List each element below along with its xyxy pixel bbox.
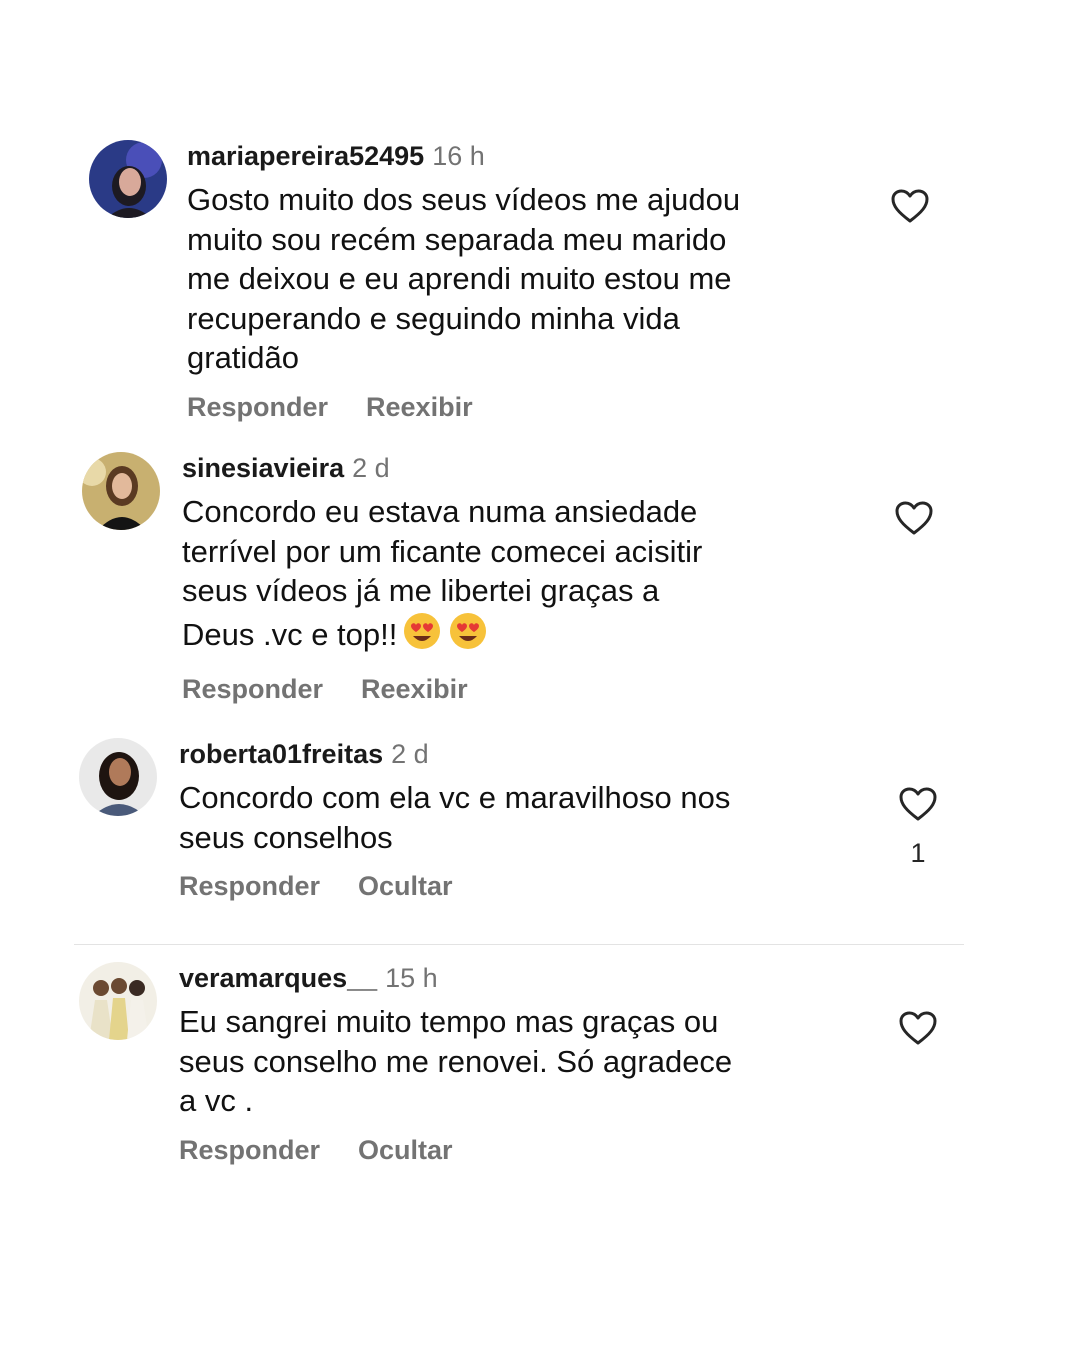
reply-button[interactable]: Responder	[187, 392, 328, 422]
comment-username[interactable]: mariapereira52495	[187, 141, 424, 171]
profile-photo-icon	[89, 140, 167, 218]
profile-photo-icon	[79, 738, 157, 816]
comment-username[interactable]: sinesiavieira	[182, 453, 344, 483]
heart-outline-icon	[891, 189, 929, 223]
hide-button[interactable]: Ocultar	[358, 871, 453, 901]
comment-username[interactable]: roberta01freitas	[179, 739, 383, 769]
show-button[interactable]: Reexibir	[366, 392, 473, 422]
comment-timestamp: 2 d	[391, 739, 429, 769]
avatar[interactable]	[89, 140, 167, 218]
comment-text: Eu sangrei muito tempo mas graças ou seu…	[179, 1004, 733, 1118]
like-button[interactable]	[888, 188, 932, 224]
reply-button[interactable]: Responder	[182, 674, 323, 704]
like-button[interactable]	[896, 1010, 940, 1046]
heart-eyes-emoji-icon	[447, 611, 489, 661]
heart-outline-icon	[899, 787, 937, 821]
avatar[interactable]	[79, 962, 157, 1040]
divider	[74, 944, 964, 945]
comment-username[interactable]: veramarques__	[179, 963, 377, 993]
reply-button[interactable]: Responder	[179, 1135, 320, 1165]
profile-photo-icon	[79, 962, 157, 1040]
profile-photo-icon	[82, 452, 160, 530]
like-count: 1	[910, 838, 926, 868]
like-button[interactable]: 1	[896, 786, 940, 869]
reply-button[interactable]: Responder	[179, 871, 320, 901]
hide-button[interactable]: Ocultar	[358, 1135, 453, 1165]
comment-text: Gosto muito dos seus vídeos me ajudou mu…	[187, 182, 741, 375]
heart-outline-icon	[895, 501, 933, 535]
comment-text: Concordo eu estava numa ansiedade terrív…	[182, 492, 702, 660]
comment-timestamp: 2 d	[352, 453, 390, 483]
heart-outline-icon	[899, 1011, 937, 1045]
avatar[interactable]	[82, 452, 160, 530]
heart-eyes-emoji-icon	[401, 611, 443, 661]
comment-text: Concordo com ela vc e maravilhoso nos se…	[179, 780, 731, 855]
like-button[interactable]	[892, 500, 936, 536]
avatar[interactable]	[79, 738, 157, 816]
comment-timestamp: 15 h	[385, 963, 438, 993]
show-button[interactable]: Reexibir	[361, 674, 468, 704]
comment-timestamp: 16 h	[432, 141, 485, 171]
